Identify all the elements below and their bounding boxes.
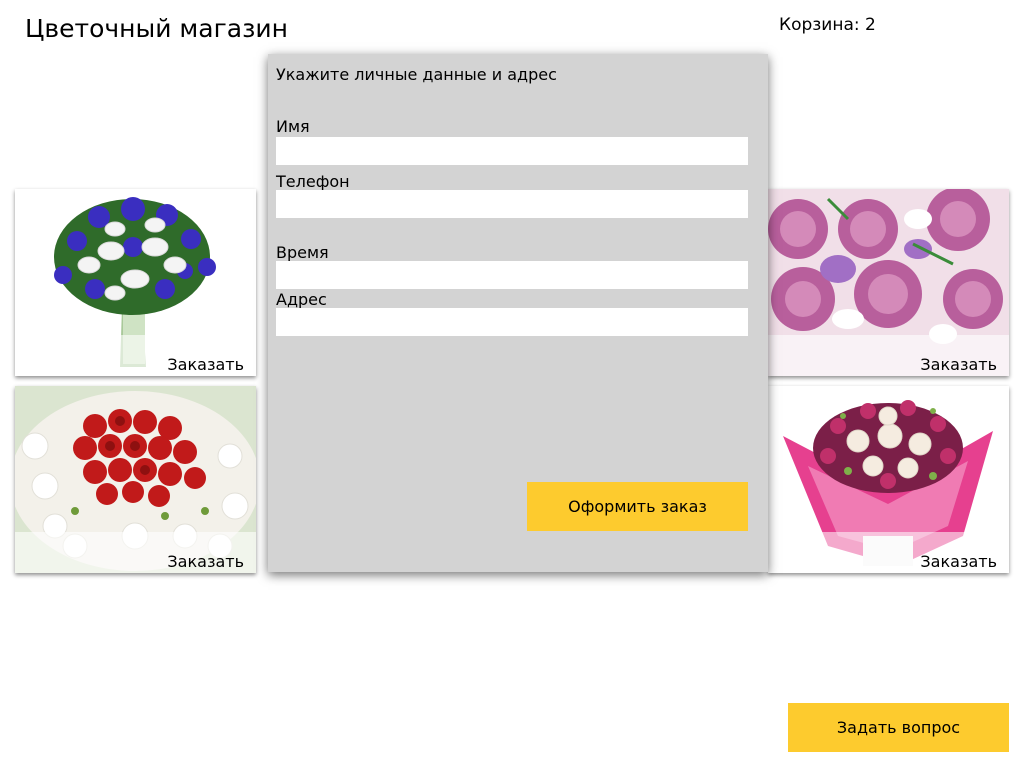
modal-title: Укажите личные данные и адрес	[276, 65, 557, 84]
cart-counter[interactable]: Корзина: 2	[779, 15, 876, 35]
chrysanthemum-bouquet-image	[768, 386, 1009, 573]
product-card: Заказать	[15, 386, 256, 573]
site-title: Цветочный магазин	[25, 14, 288, 43]
time-field[interactable]	[276, 261, 748, 289]
page: Цветочный магазин Корзина: 2 Заказать За…	[0, 0, 1024, 768]
place-order-button[interactable]: Оформить заказ	[527, 482, 748, 531]
name-field[interactable]	[276, 137, 748, 165]
order-button[interactable]: Заказать	[167, 355, 244, 374]
order-button[interactable]: Заказать	[167, 552, 244, 571]
ask-question-button[interactable]: Задать вопрос	[788, 703, 1009, 752]
phone-label: Телефон	[276, 172, 350, 191]
phone-field[interactable]	[276, 190, 748, 218]
pink-rose-bouquet-image	[768, 189, 1009, 376]
order-button[interactable]: Заказать	[920, 355, 997, 374]
product-card: Заказать	[768, 189, 1009, 376]
order-form-modal: Укажите личные данные и адрес Имя Телефо…	[268, 54, 768, 572]
address-field[interactable]	[276, 308, 748, 336]
red-rose-bouquet-image	[15, 386, 256, 573]
iris-lily-bouquet-image	[15, 189, 256, 376]
product-card: Заказать	[768, 386, 1009, 573]
product-card: Заказать	[15, 189, 256, 376]
address-label: Адрес	[276, 290, 327, 309]
order-button[interactable]: Заказать	[920, 552, 997, 571]
name-label: Имя	[276, 117, 310, 136]
time-label: Время	[276, 243, 329, 262]
